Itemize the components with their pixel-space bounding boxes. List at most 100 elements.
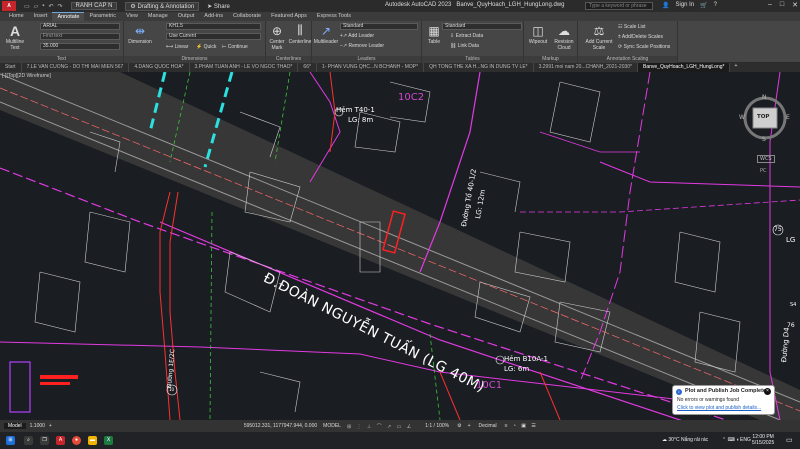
dim-style-select[interactable]: KH1.5 [166, 23, 261, 30]
redo-icon[interactable]: ↷ [57, 3, 62, 10]
search-input[interactable]: Type a keyword or phrase [585, 2, 653, 10]
units-select[interactable]: Decimal [479, 423, 497, 429]
tab-insert[interactable]: Insert [29, 12, 53, 21]
new-tab-icon[interactable]: + [734, 63, 737, 72]
dimension-button[interactable]: ⇹ Dimension [126, 23, 154, 46]
centerline-button[interactable]: ⫼ Centerline [288, 23, 312, 45]
share-button[interactable]: ➤ Share [207, 3, 230, 10]
sign-in-link[interactable]: Sign In [675, 2, 694, 9]
layout-tab[interactable]: 1.1000 [26, 423, 49, 429]
continue-label: Continue [227, 44, 248, 50]
language-indicator[interactable]: ENG [740, 437, 751, 443]
save-icon[interactable]: ▪ [42, 3, 44, 10]
cart-icon[interactable]: 🛒 [700, 2, 707, 9]
tab-featured-apps[interactable]: Featured Apps [266, 12, 312, 21]
lg-8m-label: LG: 8m [348, 116, 374, 124]
plus-icon[interactable]: + [468, 423, 471, 429]
text-height-input[interactable]: 35.000 [40, 43, 120, 50]
close-icon[interactable]: × [764, 388, 771, 395]
tab-express-tools[interactable]: Express Tools [312, 12, 356, 21]
link-data-button[interactable]: ⛓ Link Data [450, 43, 479, 49]
viewport-label[interactable]: [-][Top][2D Wireframe] [2, 73, 51, 79]
chrome-icon[interactable]: ● [72, 436, 81, 445]
table-style-select[interactable]: Standard [442, 23, 522, 30]
weather-widget[interactable]: ☁ 30°C Nắng rải rác [662, 437, 708, 443]
remove-leader-button[interactable]: −↗ Remove Leader [340, 43, 384, 49]
gear-icon[interactable]: ⚙ [457, 423, 461, 429]
link-data-label: Link Data [457, 43, 479, 49]
multiline-text-button[interactable]: A Multiline Text [3, 23, 27, 52]
workspace-dropdown[interactable]: ⚙ Drafting & Annotation [125, 1, 200, 11]
drawing-canvas[interactable]: [-][Top][2D Wireframe] TOP N S E W WCS Đ… [0, 72, 800, 420]
hem-t40-label: Hẻm T40-1 [336, 106, 375, 114]
file-explorer-icon[interactable]: ▬ [88, 436, 97, 445]
doc-tab[interactable]: 4.DANG QUOC HOA* [129, 63, 190, 72]
text-font-select[interactable]: ARIAL [40, 23, 120, 30]
multileader-button[interactable]: ↗ Multileader [313, 23, 339, 46]
maximize-icon[interactable]: □ [780, 1, 784, 9]
tab-manage[interactable]: Manage [143, 12, 173, 21]
autocad-taskbar-icon[interactable]: A [56, 436, 65, 445]
doc-tab[interactable]: 66* [298, 63, 317, 72]
add-delete-scales-button[interactable]: ± Add/Delete Scales [618, 34, 663, 40]
search-icon[interactable]: ⌕ [24, 436, 33, 445]
sync-scale-button[interactable]: ⟳ Sync Scale Positions [618, 44, 670, 50]
leader-style-select[interactable]: Standard [340, 23, 418, 30]
annotation-scale[interactable]: 1:1 / 100% [425, 423, 449, 429]
dim-layer-select[interactable]: Use Current [166, 33, 261, 40]
doc-tab-active[interactable]: Banve_QuyHoach_LGH_HungLong* [638, 63, 731, 72]
new-file-icon[interactable]: ▭ [24, 3, 30, 10]
plot-publish-notification[interactable]: i Plot and Publish Job Complete × No err… [672, 385, 775, 415]
wcs-menu[interactable]: WCS [757, 155, 775, 163]
status-tray-icons[interactable]: ≡ ◔ ▣ ☰ [505, 423, 538, 429]
close-icon[interactable]: ✕ [792, 1, 798, 9]
tab-parametric[interactable]: Parametric [84, 12, 121, 21]
notification-center-icon[interactable]: ▭ [786, 436, 793, 444]
tab-annotate[interactable]: Annotate [52, 12, 85, 21]
autocad-logo-icon[interactable]: A CAD [2, 1, 16, 19]
tab-output[interactable]: Output [173, 12, 200, 21]
add-layout-icon[interactable]: + [49, 423, 52, 429]
linear-button[interactable]: ⟷ Linear [166, 44, 188, 50]
revision-cloud-button[interactable]: ☁ Revision Cloud [552, 23, 576, 52]
windows-start-icon[interactable]: ⊞ [6, 436, 15, 445]
tab-collaborate[interactable]: Collaborate [228, 12, 266, 21]
tray-icons[interactable]: ⌃ ⌨ ◖ [722, 437, 739, 443]
find-text-input[interactable]: Find text [40, 33, 120, 40]
tab-home[interactable]: Home [4, 12, 29, 21]
wipeout-button[interactable]: ◫ Wipeout [526, 23, 550, 46]
doc-tab[interactable]: 3.2991 moi nam 20...CHANH_2021-2030* [534, 63, 638, 72]
linear-label: Linear [174, 44, 189, 50]
doc-tab[interactable]: QH TONG THE XA H...NG IN DUNG TV LE* [424, 63, 534, 72]
task-view-icon[interactable]: ❐ [40, 436, 49, 445]
table-button[interactable]: ▦ Table [424, 23, 444, 46]
user-icon[interactable]: 👤 [662, 2, 669, 9]
extract-data-button[interactable]: ⇩ Extract Data [450, 33, 483, 39]
drafting-toggles[interactable]: ⊞ ⋮ ⊥ ⌒ ↗ ▭ ∠ [347, 423, 413, 430]
notification-details-link[interactable]: Click to view plot and publish details..… [677, 405, 770, 411]
center-mark-button[interactable]: ⊕ Center Mark [267, 23, 287, 52]
tab-view[interactable]: View [121, 12, 143, 21]
add-leader-button[interactable]: +↗ Add Leader [340, 33, 374, 39]
undo-icon[interactable]: ↶ [48, 3, 53, 10]
open-file-icon[interactable]: ▱ [34, 3, 39, 10]
doc-tab[interactable]: 1- PHAN VUNG QHC...N BCHANH - MOP* [317, 63, 425, 72]
quick-button[interactable]: ⚡ Quick [196, 44, 216, 50]
model-tab[interactable]: Model [4, 423, 26, 429]
clock[interactable]: 12:00 PM 5/15/2025 [752, 434, 774, 446]
minimize-icon[interactable]: – [768, 1, 772, 9]
continue-button[interactable]: ⊢ Continue [222, 44, 248, 50]
tab-addins[interactable]: Add-ins [199, 12, 228, 21]
doc-tab[interactable]: 7.LE VAN CUONG - DO THI MAI MIEN 567 [22, 63, 130, 72]
markup-panel-title: Markup [524, 56, 577, 63]
doc-tab[interactable]: 3.PHAM TUAN ANH - LE VO NGOC THAO* [190, 63, 299, 72]
excel-icon[interactable]: X [104, 436, 113, 445]
model-space-toggle[interactable]: MODEL [323, 423, 341, 429]
layer-dropdown[interactable]: RANH CAP N [70, 2, 118, 10]
ribbon-panel-area: A Multiline Text ARIAL Find text 35.000 … [0, 21, 800, 63]
add-current-scale-button[interactable]: ⚖ Add Current Scale [580, 23, 618, 52]
leaders-panel-title: Leaders [312, 56, 421, 63]
help-icon[interactable]: ? [714, 2, 717, 9]
doc-tab-start[interactable]: Start [0, 63, 22, 72]
scale-list-button[interactable]: ☷ Scale List [618, 24, 646, 30]
